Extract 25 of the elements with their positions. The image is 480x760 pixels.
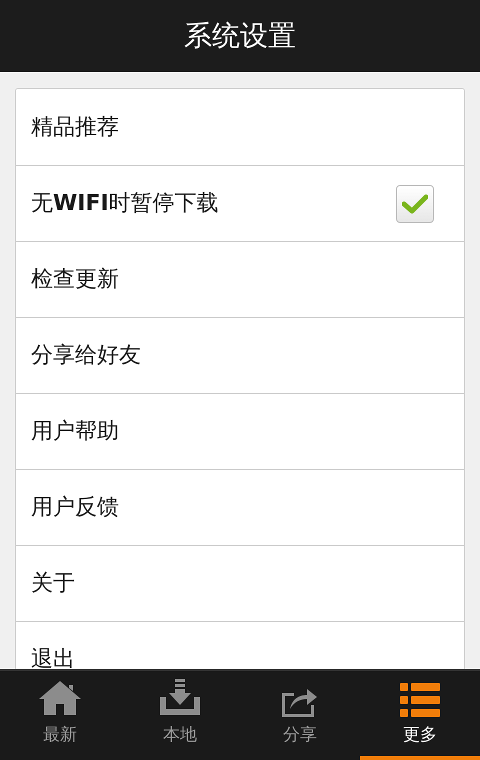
list-icon (400, 682, 440, 716)
settings-label: 检查更新 (31, 266, 119, 294)
settings-label: 用户帮助 (31, 418, 119, 446)
settings-label: 关于 (31, 570, 75, 598)
settings-label: 分享给好友 (31, 342, 141, 370)
checkbox[interactable] (396, 184, 434, 222)
tab[interactable]: 分享 (240, 671, 360, 760)
settings-label: 无WIFI时暂停下载 (31, 190, 219, 218)
settings-label: 用户反馈 (31, 494, 119, 522)
download-icon (160, 678, 200, 716)
settings-row[interactable]: 用户反馈 (16, 469, 464, 545)
tab[interactable]: 最新 (0, 671, 120, 760)
settings-row[interactable]: 关于 (16, 545, 464, 621)
settings-label: 精品推荐 (31, 114, 119, 142)
tab[interactable]: 本地 (120, 671, 240, 760)
settings-row[interactable]: 用户帮助 (16, 393, 464, 469)
check-icon (402, 194, 428, 214)
settings-row[interactable]: 精品推荐 (16, 89, 464, 165)
settings-row[interactable]: 分享给好友 (16, 317, 464, 393)
page-title: 系统设置 (184, 18, 296, 54)
tab[interactable]: 更多 (360, 671, 480, 760)
settings-row[interactable]: 检查更新 (16, 241, 464, 317)
settings-label: 退出 (31, 646, 75, 669)
settings-row[interactable]: 无WIFI时暂停下载 (16, 165, 464, 241)
home-icon (37, 678, 83, 716)
